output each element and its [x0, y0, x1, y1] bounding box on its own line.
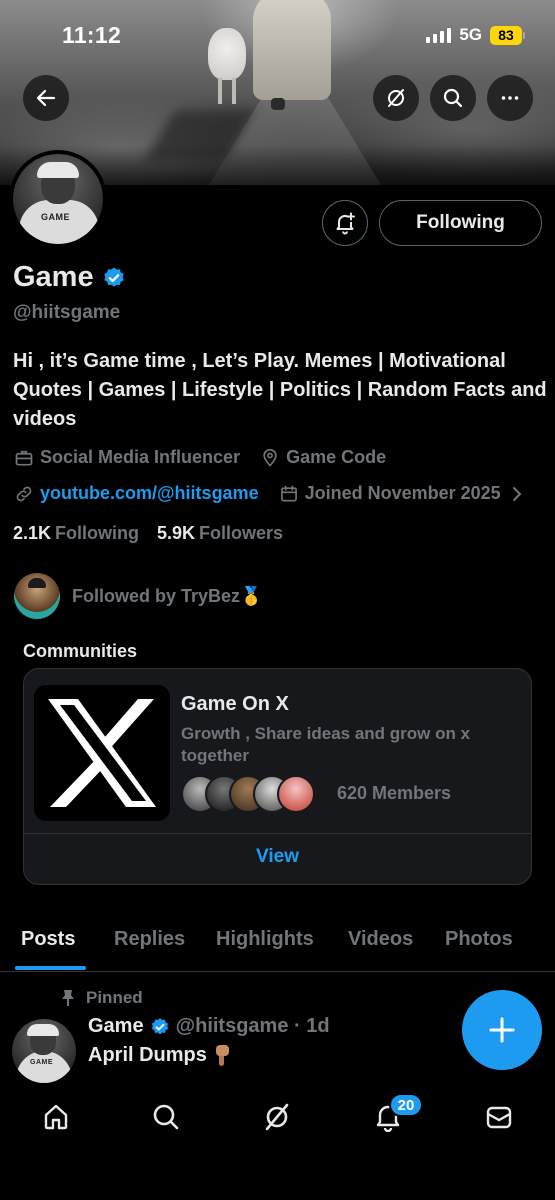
nav-home[interactable]: [31, 1097, 81, 1137]
tab-replies[interactable]: Replies: [114, 928, 185, 951]
pinned-label: Pinned: [60, 988, 143, 1008]
follower-avatar: [14, 573, 60, 619]
profile-meta-row-2: youtube.com/@hiitsgame Joined November 2…: [14, 483, 525, 504]
followers-count-link[interactable]: 5.9K Followers: [157, 523, 283, 544]
following-button[interactable]: Following: [379, 200, 542, 246]
followed-by-row[interactable]: Followed by TryBez🥇: [14, 573, 262, 619]
more-button[interactable]: [487, 75, 533, 121]
profile-category: Social Media Influencer: [14, 447, 240, 468]
back-arrow-icon: [36, 89, 56, 107]
notification-badge: 20: [389, 1093, 423, 1117]
network-type: 5G: [459, 25, 482, 44]
chevron-right-icon[interactable]: [509, 484, 525, 504]
profile-joined: Joined November 2025: [279, 483, 501, 504]
verified-icon[interactable]: [102, 266, 126, 290]
calendar-icon: [280, 485, 297, 501]
nav-grok[interactable]: [252, 1097, 302, 1137]
profile-location: Game Code: [260, 447, 386, 468]
active-tab-indicator: [15, 966, 86, 970]
briefcase-icon: [15, 450, 33, 465]
battery-icon: 83: [490, 25, 525, 45]
back-button[interactable]: [23, 75, 69, 121]
search-icon: [443, 88, 463, 108]
tab-videos[interactable]: Videos: [348, 928, 413, 951]
grok-icon: [265, 1103, 289, 1131]
follow-counts: 2.1K Following 5.9K Followers: [13, 523, 283, 544]
community-card[interactable]: Game On X Growth , Share ideas and grow …: [23, 668, 532, 885]
search-icon: [153, 1104, 179, 1130]
status-indicators: 5G 83: [426, 25, 525, 45]
member-avatars: [181, 775, 315, 813]
community-description: Growth , Share ideas and grow on x toget…: [181, 724, 471, 765]
profile-bio: Hi , it’s Game time , Let’s Play. Memes …: [13, 350, 547, 430]
home-icon: [44, 1104, 68, 1130]
search-button[interactable]: [430, 75, 476, 121]
followed-by-text: Followed by TryBez🥇: [72, 585, 263, 606]
post-author-name[interactable]: Game: [88, 1015, 144, 1038]
profile-name-row: Game: [13, 261, 126, 294]
pin-icon: [62, 990, 74, 1006]
nav-search[interactable]: [141, 1097, 191, 1137]
communities-heading: Communities: [23, 641, 138, 661]
verified-icon: [151, 1017, 168, 1034]
pointing-down-hand-icon: [215, 1045, 229, 1066]
bottom-nav: 20: [0, 1085, 555, 1200]
community-members: 620 Members: [337, 783, 452, 803]
community-view-button[interactable]: View: [24, 846, 531, 868]
following-count-link[interactable]: 2.1K Following: [13, 523, 139, 544]
x-logo-icon: [34, 685, 170, 821]
bell-plus-icon: [336, 212, 355, 235]
community-name: Game On X: [181, 693, 289, 715]
post-header: Game @hiitsgame · 1d: [88, 1015, 330, 1038]
link-icon: [16, 486, 32, 501]
profile-meta-row-1: Social Media Influencer Game Code: [14, 447, 406, 468]
signal-icon: [426, 27, 452, 43]
post-handle-time: @hiitsgame · 1d: [175, 1015, 330, 1037]
more-icon: [501, 96, 519, 100]
banner-figure: [253, 0, 331, 110]
profile-handle: @hiitsgame: [13, 302, 121, 323]
post-author-avatar[interactable]: GAME: [12, 1019, 76, 1083]
mail-icon: [486, 1106, 512, 1129]
compose-button[interactable]: [462, 990, 542, 1070]
banner-lamb: [208, 28, 246, 104]
profile-website[interactable]: youtube.com/@hiitsgame: [14, 483, 259, 504]
location-pin-icon: [263, 448, 277, 467]
grok-button[interactable]: [373, 75, 419, 121]
notifications-toggle-button[interactable]: [322, 200, 368, 246]
plus-icon: [489, 1017, 515, 1043]
battery-level: 83: [490, 25, 522, 45]
grok-icon: [388, 89, 404, 107]
profile-tabs: Posts Replies Highlights Videos Photos: [0, 922, 555, 972]
tab-posts[interactable]: Posts: [21, 928, 75, 951]
website-link[interactable]: youtube.com/@hiitsgame: [40, 483, 259, 504]
status-time: 11:12: [62, 22, 122, 48]
post-text[interactable]: April Dumps: [88, 1043, 231, 1067]
tab-photos[interactable]: Photos: [445, 928, 513, 951]
profile-avatar[interactable]: GAME: [9, 150, 107, 248]
nav-messages[interactable]: [474, 1097, 524, 1137]
profile-name: Game: [13, 261, 94, 293]
tab-highlights[interactable]: Highlights: [216, 928, 314, 951]
